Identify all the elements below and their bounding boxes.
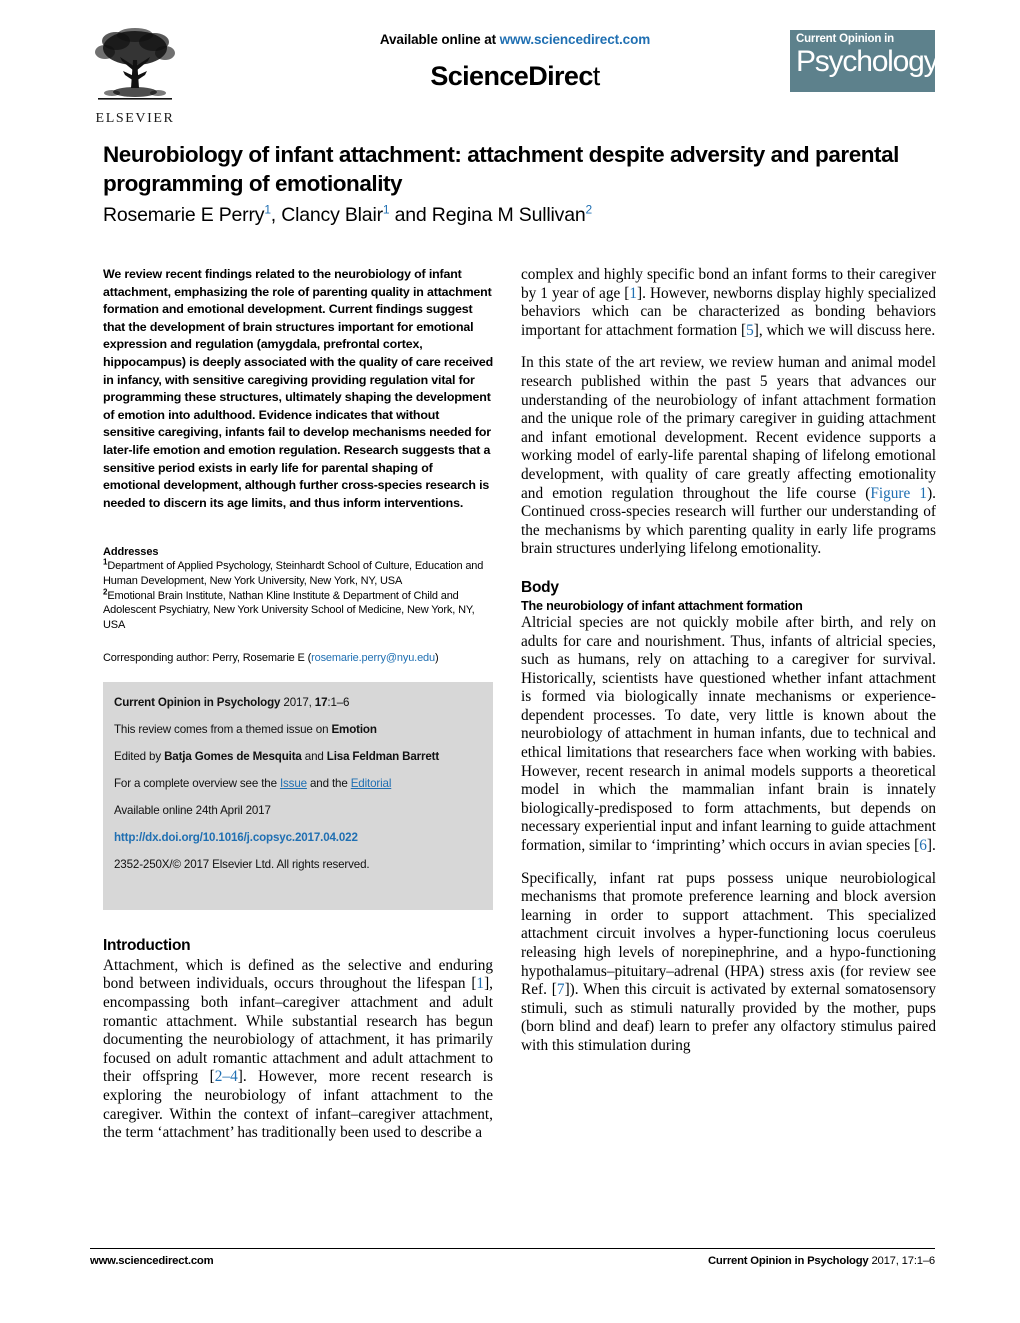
editor-name-1: Batja Gomes de Mesquita <box>164 749 302 763</box>
masthead: ELSEVIER Available online at www.science… <box>90 22 935 134</box>
rc-p3-text-a: Altricial species are not quickly mobile… <box>521 613 936 855</box>
author-3-affiliation-marker: 2 <box>585 202 593 217</box>
introduction-paragraph: Attachment, which is defined as the sele… <box>103 957 493 1143</box>
editorial-link[interactable]: Editorial <box>351 777 392 790</box>
addresses-heading: Addresses <box>103 546 159 559</box>
doi-line: http://dx.doi.org/10.1016/j.copsyc.2017.… <box>114 830 482 845</box>
citation-journal-name: Current Opinion in Psychology <box>114 695 281 709</box>
elsevier-logo: ELSEVIER <box>90 26 180 134</box>
journal-badge: Current Opinion in Psychology <box>790 30 935 92</box>
body-paragraph: Altricial species are not quickly mobile… <box>521 614 936 856</box>
rc-p1-text-c: ], which we will discuss here. <box>753 321 936 339</box>
citation-ref[interactable]: 2–4 <box>215 1068 238 1085</box>
available-online-date: Available online 24th April 2017 <box>114 803 271 817</box>
body-heading: Body <box>521 578 559 596</box>
footer-divider <box>90 1248 935 1249</box>
citation-ref[interactable]: 5 <box>746 322 754 339</box>
figure-ref[interactable]: Figure 1 <box>870 485 927 502</box>
doi-link[interactable]: http://dx.doi.org/10.1016/j.copsyc.2017.… <box>114 831 358 844</box>
address-item: 1Department of Applied Psychology, Stein… <box>103 558 493 588</box>
page-footer: www.sciencedirect.com Current Opinion in… <box>90 1248 935 1267</box>
title-line-1: Neurobiology of infant attachment: attac… <box>103 142 765 167</box>
intro-text-a: Attachment, which is defined as the sele… <box>103 956 493 993</box>
rc-p4-text-b: ]). When this circuit is activated by ex… <box>521 981 936 1054</box>
themed-issue-line: This review comes from a themed issue on… <box>114 722 482 737</box>
footer-citation: Current Opinion in Psychology 2017, 17:1… <box>708 1255 935 1267</box>
address-text-1: Department of Applied Psychology, Steinh… <box>103 560 484 587</box>
themed-issue-topic: Emotion <box>331 722 377 736</box>
author-separator-2: and <box>389 204 432 226</box>
overview-prefix: For a complete overview see the <box>114 776 280 790</box>
sciencedirect-wordmark: ScienceDirect <box>305 61 725 92</box>
body-paragraph: Specifically, infant rat pups possess un… <box>521 870 936 1056</box>
abstract-text: We review recent findings related to the… <box>103 267 494 510</box>
author-2-name: Clancy Blair <box>281 204 383 226</box>
author-3-name: Regina M Sullivan <box>431 204 586 226</box>
overview-separator: and the <box>306 776 351 790</box>
citation-ref[interactable]: 7 <box>557 981 565 998</box>
body-paragraph: In this state of the art review, we revi… <box>521 354 936 559</box>
corresponding-author-prefix: Corresponding author: Perry, Rosemarie E… <box>103 652 312 665</box>
footer-row: www.sciencedirect.com Current Opinion in… <box>90 1255 935 1267</box>
right-column: complex and highly specific bond an infa… <box>521 266 936 1056</box>
editors-line: Edited by Batja Gomes de Mesquita and Li… <box>114 749 482 764</box>
available-online-prefix: Available online at <box>379 32 500 47</box>
citation-ref[interactable]: 6 <box>919 837 927 854</box>
editor-name-2: Lisa Feldman Barrett <box>326 749 440 763</box>
citation-year: 2017, <box>280 695 315 709</box>
body-paragraph: complex and highly specific bond an infa… <box>521 266 936 340</box>
corresponding-author-email-link[interactable]: rosemarie.perry@nyu.edu <box>311 652 435 664</box>
citation-ref[interactable]: 1 <box>629 285 637 302</box>
available-online-line: Available online at www.sciencedirect.co… <box>305 32 725 47</box>
introduction-heading: Introduction <box>103 936 191 954</box>
rc-p4-text-a: Specifically, infant rat pups possess un… <box>521 869 936 999</box>
page-title: Neurobiology of infant attachment: attac… <box>103 140 943 198</box>
address-text-2: Emotional Brain Institute, Nathan Kline … <box>103 589 475 631</box>
corresponding-author: Corresponding author: Perry, Rosemarie E… <box>103 651 493 666</box>
sciencedirect-link[interactable]: www.sciencedirect.com <box>500 32 651 47</box>
sciencedirect-wordmark-thin: t <box>592 61 600 91</box>
footer-journal-name: Current Opinion in Psychology <box>707 1255 869 1267</box>
overview-line: For a complete overview see the Issue an… <box>114 776 482 791</box>
copyright-line: 2352-250X/© 2017 Elsevier Ltd. All right… <box>114 857 370 871</box>
rc-p2-text-a: In this state of the art review, we revi… <box>521 354 936 502</box>
elsevier-tree-icon <box>95 28 175 100</box>
footer-volume-pages: 2017, 17:1–6 <box>868 1255 935 1267</box>
left-column: We review recent findings related to the… <box>103 266 493 1143</box>
citation-pages: :1–6 <box>327 695 350 709</box>
author-list: Rosemarie E Perry1, Clancy Blair1 and Re… <box>103 202 943 228</box>
issue-link[interactable]: Issue <box>280 777 307 790</box>
journal-badge-line2: Psychology <box>796 45 935 78</box>
paper-page: ELSEVIER Available online at www.science… <box>0 0 1020 1323</box>
editors-separator: and <box>301 749 327 763</box>
rc-p3-text-b: ]. <box>926 837 936 855</box>
corresponding-author-suffix: ) <box>434 652 439 665</box>
sciencedirect-block: Available online at www.sciencedirect.co… <box>305 32 725 92</box>
themed-issue-prefix: This review comes from a themed issue on <box>114 722 332 736</box>
elsevier-wordmark: ELSEVIER <box>95 111 175 126</box>
footer-website: www.sciencedirect.com <box>90 1255 214 1267</box>
editors-prefix: Edited by <box>114 749 165 763</box>
body-subheading: The neurobiology of infant attachment fo… <box>521 598 803 613</box>
author-separator-1: , <box>270 204 282 226</box>
citation-volume: 17 <box>314 695 328 709</box>
author-1-name: Rosemarie E Perry <box>103 204 265 226</box>
citation-line: Current Opinion in Psychology 2017, 17:1… <box>114 695 482 710</box>
citation-info-box: Current Opinion in Psychology 2017, 17:1… <box>103 681 493 910</box>
sciencedirect-wordmark-bold: ScienceDirec <box>430 61 593 91</box>
title-block: Neurobiology of infant attachment: attac… <box>103 140 943 228</box>
address-item: 2Emotional Brain Institute, Nathan Kline… <box>103 587 493 633</box>
citation-ref[interactable]: 1 <box>476 975 484 992</box>
introduction-section: Introduction Attachment, which is define… <box>103 937 493 1143</box>
